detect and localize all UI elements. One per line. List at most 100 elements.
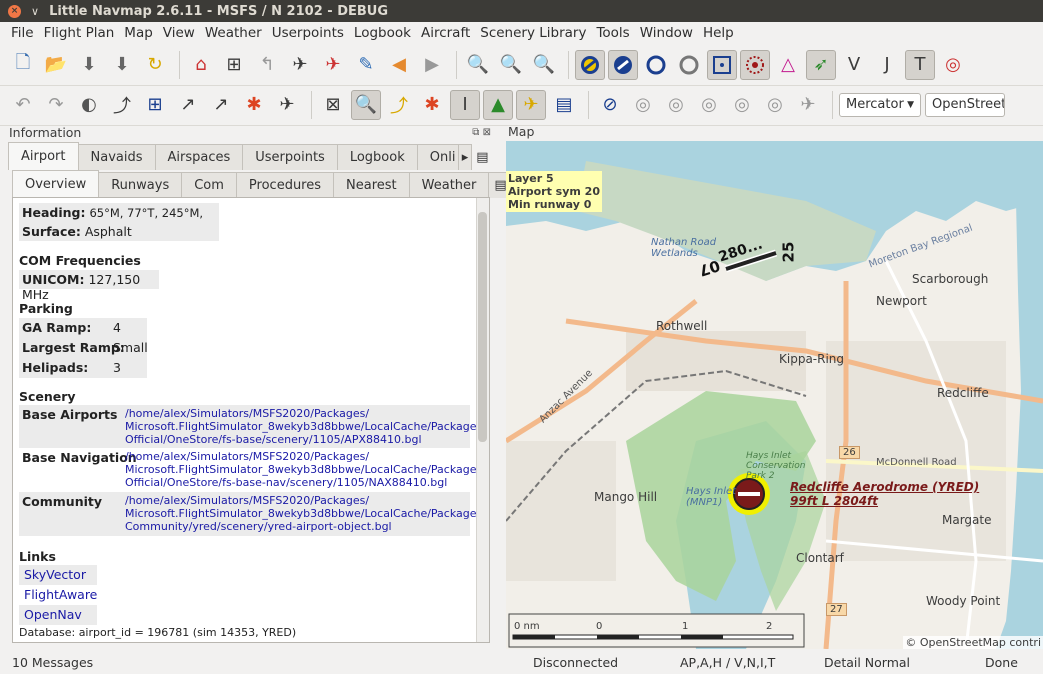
reload-icon[interactable]: ↻ xyxy=(140,50,170,80)
messages-status[interactable]: 10 Messages xyxy=(12,655,93,670)
tab-procedures[interactable]: Procedures xyxy=(235,172,335,198)
home-icon[interactable]: ⌂ xyxy=(186,50,216,80)
zoom-search-icon[interactable]: 🔍 xyxy=(463,50,493,80)
opennav-link[interactable]: OpenNav xyxy=(24,607,82,622)
place-label: Kippa-Ring xyxy=(779,352,845,366)
info-icon[interactable]: I xyxy=(450,89,480,120)
tab-online[interactable]: Onli xyxy=(416,144,459,170)
menu-weather[interactable]: Weather xyxy=(205,25,262,41)
show-ndb-icon[interactable] xyxy=(740,49,770,80)
menu-help[interactable]: Help xyxy=(703,25,734,41)
zoom-out-icon[interactable]: 🔍 xyxy=(529,50,559,80)
show-jet-airways-icon[interactable]: J xyxy=(872,50,902,80)
menu-tools[interactable]: Tools xyxy=(596,25,629,41)
show-addon-airports-icon[interactable] xyxy=(674,50,704,80)
undo-position-icon[interactable]: ↰ xyxy=(252,50,282,80)
airport-label[interactable]: Redcliffe Aerodrome (YRED) 99ft L 2804ft xyxy=(790,480,979,508)
redo-icon[interactable]: ↷ xyxy=(41,90,71,120)
add-position-icon[interactable]: ⊞ xyxy=(219,50,249,80)
route-adjust-icon[interactable]: ↗ xyxy=(173,90,203,120)
scrollbar-thumb[interactable] xyxy=(478,212,487,442)
route-alternate-icon[interactable]: ✈ xyxy=(272,90,302,120)
menu-scenery-library[interactable]: Scenery Library xyxy=(480,25,586,41)
open-flightplan-icon[interactable]: 📂 xyxy=(41,50,71,80)
tab-navaids[interactable]: Navaids xyxy=(77,144,156,170)
delete-mark-icon[interactable]: ⊠ xyxy=(318,90,348,120)
show-empty-airports-icon[interactable] xyxy=(641,50,671,80)
menu-window[interactable]: Window xyxy=(640,25,693,41)
show-userpoints-icon[interactable]: ◎ xyxy=(938,50,968,80)
menu-logbook[interactable]: Logbook xyxy=(354,25,411,41)
menu-map[interactable]: Map xyxy=(124,25,153,41)
flightplan-icon[interactable]: ⤴ xyxy=(384,90,414,120)
tab-weather[interactable]: Weather xyxy=(408,172,490,198)
flightaware-link[interactable]: FlightAware xyxy=(24,587,97,602)
menu-flight-plan[interactable]: Flight Plan xyxy=(44,25,115,41)
tab-runways[interactable]: Runways xyxy=(98,172,183,198)
window-menu-chevron-icon[interactable]: ∨ xyxy=(31,5,39,18)
back-icon[interactable]: ◀ xyxy=(384,50,414,80)
tab-scroll-right-icon[interactable]: ▸ xyxy=(457,144,473,170)
base-airports-path[interactable]: /home/alex/Simulators/MSFS2020/Packages/… xyxy=(125,407,486,446)
close-icon[interactable]: × xyxy=(8,4,21,18)
tab-menu-icon[interactable]: ▤ xyxy=(471,144,493,170)
tab-airspaces[interactable]: Airspaces xyxy=(154,144,244,170)
airspace-restricted-icon[interactable]: ◎ xyxy=(694,90,724,120)
show-tracks-icon[interactable]: T xyxy=(905,49,935,80)
menu-userpoints[interactable]: Userpoints xyxy=(272,25,344,41)
panel-float-close-icon[interactable]: ⧉ ⊠ xyxy=(472,127,491,138)
status-bar: 10 Messages Disconnected AP,A,H / V,N,I,… xyxy=(0,650,1043,674)
menu-file[interactable]: File xyxy=(11,25,34,41)
map-view[interactable]: Layer 5 Airport sym 20 Min runway 0 280.… xyxy=(506,141,1043,649)
zoom-in-icon[interactable]: 🔍 xyxy=(496,50,526,80)
airspace-settings-icon[interactable]: ✈ xyxy=(793,90,823,120)
projection-select[interactable]: Mercator ▼ xyxy=(839,92,921,117)
center-aircraft-icon[interactable]: ✈ xyxy=(285,50,315,80)
info-scrollbar[interactable] xyxy=(476,198,489,642)
base-navigation-path[interactable]: /home/alex/Simulators/MSFS2020/Packages/… xyxy=(125,450,486,489)
elevation-profile-icon[interactable]: ▲ xyxy=(483,89,513,120)
save-flightplan-icon[interactable]: ⬇ xyxy=(74,50,104,80)
tab-nearest[interactable]: Nearest xyxy=(333,172,410,198)
aircraft-center-icon[interactable]: ✈ xyxy=(516,89,546,120)
tab-logbook[interactable]: Logbook xyxy=(336,144,418,170)
airspace-special-icon[interactable]: ◎ xyxy=(727,90,757,120)
tab-airport[interactable]: Airport xyxy=(8,142,79,170)
zoom-map-icon[interactable]: 🔍 xyxy=(351,89,381,120)
calc-route-icon[interactable]: ◐ xyxy=(74,90,104,120)
new-flightplan-icon[interactable]: 🗋 xyxy=(8,50,38,80)
select-departure-icon[interactable]: ⊞ xyxy=(140,90,170,120)
tab-com[interactable]: Com xyxy=(181,172,237,198)
forward-icon[interactable]: ▶ xyxy=(417,50,447,80)
route-direct-icon[interactable]: ⤴ xyxy=(107,90,137,120)
undo-icon[interactable]: ↶ xyxy=(8,90,38,120)
menu-view[interactable]: View xyxy=(163,25,195,41)
airspace-other-icon[interactable]: ◎ xyxy=(760,90,790,120)
tab-userpoints[interactable]: Userpoints xyxy=(242,144,338,170)
show-airways-icon[interactable]: ➶ xyxy=(806,49,836,80)
clear-selection-icon[interactable]: ✎ xyxy=(351,50,381,80)
show-soft-airports-icon[interactable] xyxy=(608,49,638,80)
airspace-icao-icon[interactable]: ◎ xyxy=(628,90,658,120)
community-path[interactable]: /home/alex/Simulators/MSFS2020/Packages/… xyxy=(125,494,486,533)
theme-select[interactable]: OpenStreetMap xyxy=(925,92,1005,117)
route-reverse-icon[interactable]: ↗ xyxy=(206,90,236,120)
show-victor-airways-icon[interactable]: V xyxy=(839,50,869,80)
window-icon[interactable]: ▤ xyxy=(549,90,579,120)
flightplan-highlight-icon[interactable]: ✱ xyxy=(417,90,447,120)
scale-bar-segment xyxy=(513,635,555,639)
show-airports-icon[interactable] xyxy=(575,49,605,80)
tab-overview[interactable]: Overview xyxy=(12,170,100,198)
place-label: Scarborough xyxy=(912,272,989,286)
show-waypoints-icon[interactable]: △ xyxy=(773,50,803,80)
save-as-icon[interactable]: ⬇ xyxy=(107,50,137,80)
show-vor-icon[interactable] xyxy=(707,49,737,80)
remove-marks-icon[interactable]: ✈ xyxy=(318,50,348,80)
route-airway-icon[interactable]: ✱ xyxy=(239,90,269,120)
place-label: Redcliffe xyxy=(937,386,989,400)
airport-info: 99ft L 2804ft xyxy=(790,494,879,508)
menu-aircraft[interactable]: Aircraft xyxy=(421,25,470,41)
show-compass-icon[interactable]: ⊘ xyxy=(595,90,625,120)
skyvector-link[interactable]: SkyVector xyxy=(24,567,86,582)
airspace-fir-icon[interactable]: ◎ xyxy=(661,90,691,120)
